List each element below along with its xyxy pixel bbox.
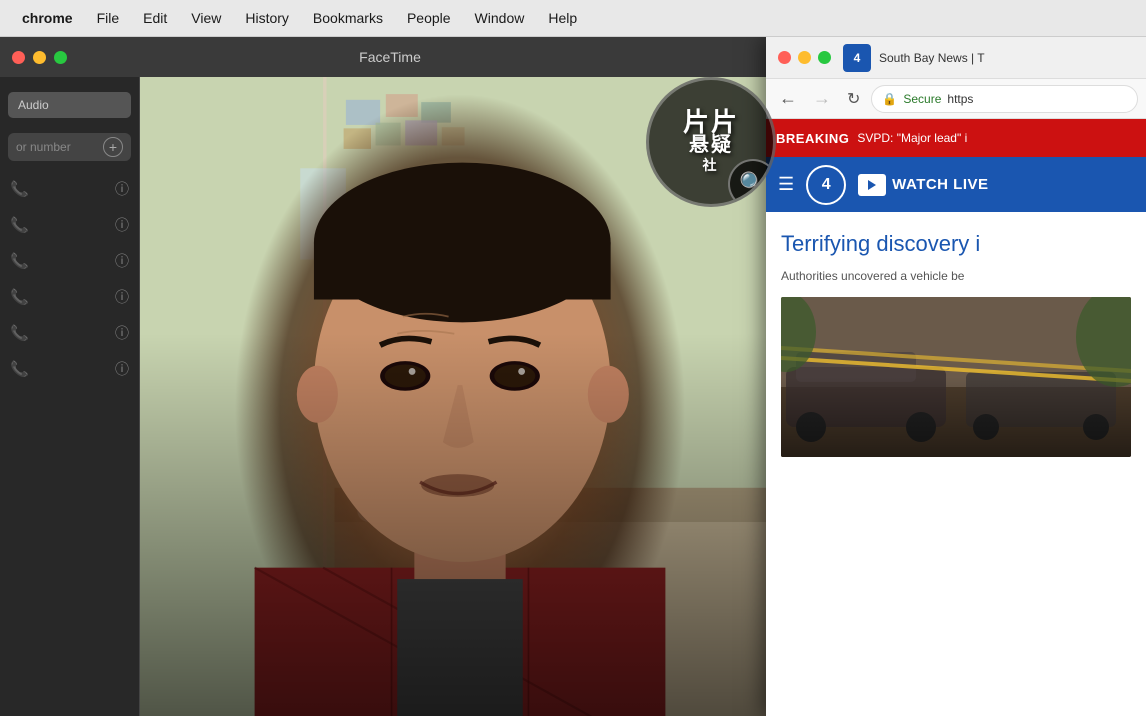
hamburger-menu-icon[interactable]: ☰ — [778, 174, 794, 195]
phone-icon: 📞 — [10, 180, 29, 198]
news-site-header: ☰ 4 WATCH LIVE — [766, 157, 1146, 212]
news-image — [781, 297, 1131, 457]
channel4-favicon: 4 — [843, 44, 871, 72]
phone-icon: 📞 — [10, 360, 29, 378]
audio-label: Audio — [18, 98, 49, 112]
watermark-logo: 片片 悬疑 社 🔍 — [646, 77, 776, 207]
watch-live-label: WATCH LIVE — [892, 176, 988, 193]
search-placeholder: or number — [16, 140, 103, 154]
contact-row[interactable]: 📞 ⓘ — [0, 351, 139, 387]
phone-icon: 📞 — [10, 252, 29, 270]
menu-bookmarks[interactable]: Bookmarks — [301, 0, 395, 36]
phone-icon: 📞 — [10, 324, 29, 342]
menu-chrome[interactable]: chrome — [10, 0, 85, 36]
watermark-search-icon: 🔍 — [728, 159, 776, 207]
info-icon[interactable]: ⓘ — [115, 359, 129, 379]
browser-tab-title[interactable]: South Bay News | T — [879, 51, 1134, 65]
phone-icon: 📞 — [10, 216, 29, 234]
facetime-titlebar: FaceTime — [0, 37, 780, 77]
play-icon — [858, 174, 886, 196]
breaking-text: SVPD: "Major lead" i — [857, 131, 967, 145]
news-subtext: Authorities uncovered a vehicle be — [781, 267, 1131, 285]
close-button[interactable] — [12, 51, 25, 64]
maximize-button[interactable] — [54, 51, 67, 64]
info-icon[interactable]: ⓘ — [115, 215, 129, 235]
forward-button[interactable]: → — [808, 86, 836, 111]
contact-row[interactable]: 📞 ⓘ — [0, 243, 139, 279]
contact-row[interactable]: 📞 ⓘ — [0, 315, 139, 351]
news-content-area: Terrifying discovery i Authorities uncov… — [766, 212, 1146, 716]
browser-window: 4 South Bay News | T ← → ↻ 🔒 Secure http… — [766, 37, 1146, 716]
menu-people[interactable]: People — [395, 0, 463, 36]
watermark-text-mid: 悬疑 — [689, 135, 733, 155]
watermark-text-bottom: 社 — [702, 155, 719, 175]
contact-row[interactable]: 📞 ⓘ — [0, 171, 139, 207]
info-icon[interactable]: ⓘ — [115, 179, 129, 199]
window-controls — [12, 51, 67, 64]
menu-file[interactable]: File — [85, 0, 132, 36]
play-triangle-icon — [868, 180, 876, 190]
video-gradient-overlay — [140, 333, 780, 716]
url-text: https — [947, 92, 973, 106]
main-content: FaceTime Audio or number + 📞 ⓘ 📞 — [0, 37, 1146, 716]
breaking-news-bar: BREAKING SVPD: "Major lead" i — [766, 119, 1146, 157]
contact-row[interactable]: 📞 ⓘ — [0, 207, 139, 243]
secure-label: Secure — [903, 92, 941, 106]
browser-window-controls — [778, 51, 831, 64]
add-contact-button[interactable]: + — [103, 137, 123, 157]
contact-row[interactable]: 📞 ⓘ — [0, 279, 139, 315]
menu-bar: chrome File Edit View History Bookmarks … — [0, 0, 1146, 37]
menu-view[interactable]: View — [179, 0, 233, 36]
facetime-title-text: FaceTime — [359, 49, 421, 65]
channel4-logo: 4 — [806, 165, 846, 205]
info-icon[interactable]: ⓘ — [115, 287, 129, 307]
facetime-sidebar: Audio or number + 📞 ⓘ 📞 ⓘ 📞 ⓘ — [0, 77, 140, 716]
browser-titlebar: 4 South Bay News | T — [766, 37, 1146, 79]
watermark-circle: 片片 悬疑 社 🔍 — [646, 77, 776, 207]
menu-history[interactable]: History — [233, 0, 301, 36]
search-contact-field[interactable]: or number + — [8, 133, 131, 161]
secure-lock-icon: 🔒 — [882, 92, 897, 106]
browser-maximize-button[interactable] — [818, 51, 831, 64]
browser-minimize-button[interactable] — [798, 51, 811, 64]
menu-help[interactable]: Help — [536, 0, 589, 36]
reload-button[interactable]: ↻ — [842, 87, 865, 111]
audio-mode-button[interactable]: Audio — [8, 92, 131, 118]
menu-edit[interactable]: Edit — [131, 0, 179, 36]
menu-window[interactable]: Window — [463, 0, 537, 36]
watch-live-button[interactable]: WATCH LIVE — [858, 174, 988, 196]
back-button[interactable]: ← — [774, 86, 802, 111]
address-bar[interactable]: 🔒 Secure https — [871, 85, 1138, 113]
browser-close-button[interactable] — [778, 51, 791, 64]
info-icon[interactable]: ⓘ — [115, 323, 129, 343]
watermark-text-top: 片片 — [683, 109, 739, 135]
news-headline: Terrifying discovery i — [781, 230, 1131, 259]
minimize-button[interactable] — [33, 51, 46, 64]
breaking-label: BREAKING — [776, 131, 849, 146]
info-icon[interactable]: ⓘ — [115, 251, 129, 271]
browser-navbar: ← → ↻ 🔒 Secure https — [766, 79, 1146, 119]
image-gradient — [781, 377, 1131, 457]
watermark-text-group: 片片 悬疑 社 — [683, 109, 739, 175]
phone-icon: 📞 — [10, 288, 29, 306]
